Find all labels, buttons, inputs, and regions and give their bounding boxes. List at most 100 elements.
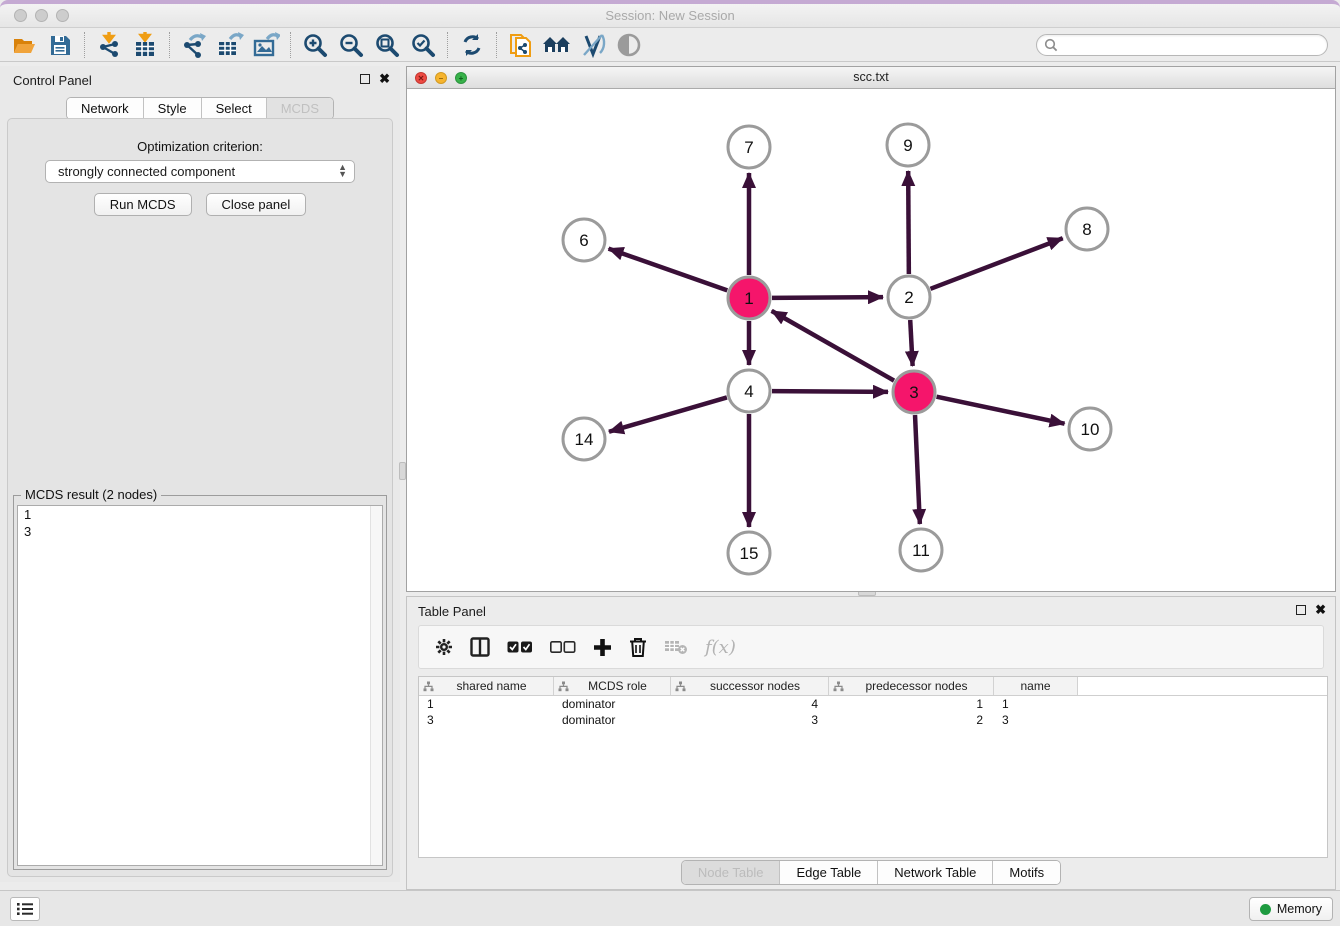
graph-node-2[interactable]: 2 [888, 276, 930, 318]
graph-edge-3-10[interactable] [937, 397, 1065, 424]
cell-predecessor-nodes[interactable]: 2 [829, 712, 994, 728]
open-session-icon[interactable] [6, 30, 42, 60]
column-header-mcds-role[interactable]: MCDS role [554, 677, 671, 695]
close-panel-icon[interactable]: ✖ [379, 73, 390, 85]
cell-name[interactable]: 3 [994, 712, 1078, 728]
cell-successor-nodes[interactable]: 3 [671, 712, 829, 728]
graph-node-9[interactable]: 9 [887, 124, 929, 166]
graph-edge-4-14[interactable] [609, 397, 727, 431]
float-panel-icon[interactable] [360, 74, 370, 84]
task-history-button[interactable] [10, 897, 40, 921]
zoom-selected-icon[interactable] [405, 30, 441, 60]
graph-edge-2-3[interactable] [910, 320, 912, 366]
hierarchy-icon [833, 681, 844, 692]
refresh-network-icon[interactable] [454, 30, 490, 60]
graph-node-10[interactable]: 10 [1069, 408, 1111, 450]
result-scrollbar[interactable] [370, 506, 382, 865]
mcds-result-group: MCDS result (2 nodes) 13 [13, 495, 387, 870]
table-row[interactable]: 1dominator411 [419, 696, 1327, 712]
graph-edge-1-6[interactable] [609, 249, 728, 291]
graph-edge-2-8[interactable] [930, 238, 1062, 289]
graph-node-label: 6 [579, 231, 588, 250]
close-panel-button[interactable]: Close panel [206, 193, 307, 216]
table-header-row: shared nameMCDS rolesuccessor nodesprede… [419, 677, 1327, 696]
cell-predecessor-nodes[interactable]: 1 [829, 696, 994, 712]
control-panel-title: Control Panel [13, 73, 92, 88]
tab-style[interactable]: Style [144, 98, 202, 119]
vertical-split-handle[interactable] [399, 462, 406, 480]
tab-edge-table[interactable]: Edge Table [780, 861, 878, 884]
column-header-predecessor-nodes[interactable]: predecessor nodes [829, 677, 994, 695]
export-table-icon[interactable] [212, 30, 248, 60]
graph-edge-3-11[interactable] [915, 415, 920, 524]
column-header-successor-nodes[interactable]: successor nodes [671, 677, 829, 695]
zoom-in-icon[interactable] [297, 30, 333, 60]
cell-shared-name[interactable]: 1 [419, 696, 554, 712]
show-graphics-details-icon[interactable] [611, 30, 647, 60]
add-column-icon[interactable] [593, 638, 612, 657]
graph-node-15[interactable]: 15 [728, 532, 770, 574]
select-all-icon[interactable] [507, 641, 533, 654]
graph-edge-2-9[interactable] [908, 171, 909, 274]
zoom-fit-icon[interactable] [369, 30, 405, 60]
graph-node-8[interactable]: 8 [1066, 208, 1108, 250]
hierarchy-icon [675, 681, 686, 692]
column-header-name[interactable]: name [994, 677, 1078, 695]
column-header-shared-name[interactable]: shared name [419, 677, 554, 695]
import-table-icon[interactable] [127, 30, 163, 60]
graph-node-label: 14 [575, 430, 594, 449]
network-canvas[interactable]: 7 9 6 8 1 2 4 3 14 10 15 11 [407, 89, 1335, 591]
hierarchy-icon [423, 681, 434, 692]
tab-node-table[interactable]: Node Table [682, 861, 781, 884]
graph-node-14[interactable]: 14 [563, 418, 605, 460]
tab-network-table[interactable]: Network Table [878, 861, 993, 884]
deselect-all-icon[interactable] [550, 641, 576, 654]
tab-mcds[interactable]: MCDS [267, 98, 333, 119]
criterion-select[interactable]: strongly connected component ▲▼ [45, 160, 355, 183]
graph-node-6[interactable]: 6 [563, 219, 605, 261]
mcds-result-title: MCDS result (2 nodes) [21, 487, 161, 502]
table-panel: Table Panel ✖ f(x) shared nameMCDS rol [406, 596, 1336, 890]
tab-network[interactable]: Network [67, 98, 144, 119]
zoom-out-icon[interactable] [333, 30, 369, 60]
table-panel-tabs: Node TableEdge TableNetwork TableMotifs [681, 860, 1061, 885]
cell-mcds-role[interactable]: dominator [554, 696, 671, 712]
delete-columns-icon[interactable] [629, 637, 647, 657]
graph-node-11[interactable]: 11 [900, 529, 942, 571]
network-window-titlebar[interactable]: ✕ – + scc.txt [407, 67, 1335, 89]
memory-button[interactable]: Memory [1249, 897, 1333, 921]
cell-mcds-role[interactable]: dominator [554, 712, 671, 728]
export-image-icon[interactable] [248, 30, 284, 60]
cell-successor-nodes[interactable]: 4 [671, 696, 829, 712]
float-table-panel-icon[interactable] [1296, 605, 1306, 615]
cell-name[interactable]: 1 [994, 696, 1078, 712]
graph-node-4[interactable]: 4 [728, 370, 770, 412]
close-table-panel-icon[interactable]: ✖ [1315, 604, 1326, 616]
cell-shared-name[interactable]: 3 [419, 712, 554, 728]
table-row[interactable]: 3dominator323 [419, 712, 1327, 728]
run-mcds-button[interactable]: Run MCDS [94, 193, 192, 216]
settings-icon[interactable] [435, 638, 453, 656]
tab-motifs[interactable]: Motifs [993, 861, 1060, 884]
export-network-icon[interactable] [176, 30, 212, 60]
function-builder-icon[interactable]: f(x) [705, 637, 736, 658]
open-network-file-icon[interactable] [503, 30, 539, 60]
vizmapper-toggle-icon[interactable] [575, 30, 611, 60]
graph-node-3[interactable]: 3 [893, 371, 935, 413]
graph-edge-4-3[interactable] [772, 391, 888, 392]
graph-node-7[interactable]: 7 [728, 126, 770, 168]
node-table[interactable]: shared nameMCDS rolesuccessor nodesprede… [418, 676, 1328, 858]
home-icon[interactable] [539, 30, 575, 60]
graph-edge-3-1[interactable] [772, 311, 894, 381]
graph-node-1[interactable]: 1 [728, 277, 770, 319]
search-input[interactable] [1062, 36, 1327, 54]
graph-edge-1-2[interactable] [772, 297, 883, 298]
mcds-result-area[interactable]: 13 [17, 505, 383, 866]
save-session-icon[interactable] [42, 30, 78, 60]
search-box[interactable] [1036, 34, 1328, 56]
toggle-panel-icon[interactable] [470, 637, 490, 657]
delete-table-icon[interactable] [664, 639, 688, 655]
graph-node-label: 4 [744, 382, 753, 401]
tab-select[interactable]: Select [202, 98, 267, 119]
import-network-icon[interactable] [91, 30, 127, 60]
